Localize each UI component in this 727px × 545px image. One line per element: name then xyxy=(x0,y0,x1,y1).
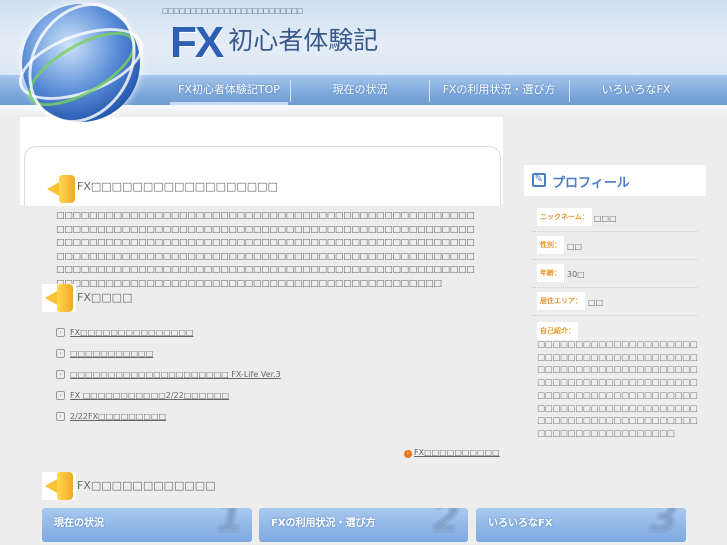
profile-value: 30□ xyxy=(567,270,585,279)
nav-divider xyxy=(290,80,291,102)
profile-label: 自己紹介： xyxy=(537,322,578,340)
globe-logo-icon xyxy=(7,0,157,143)
profile-label: 性別： xyxy=(537,236,564,254)
section-bullet-icon xyxy=(43,472,77,500)
profile-label: 年齢： xyxy=(537,264,564,282)
orange-arrow-icon: › xyxy=(404,450,412,458)
site-logo[interactable]: FX 初心者体験記 xyxy=(170,18,378,68)
arrow-right-icon: › xyxy=(56,391,65,400)
nav-top[interactable]: FX初心者体験記TOP xyxy=(170,75,288,105)
card-usage[interactable]: FXの利用状況・選び方 2 xyxy=(259,508,468,542)
article-link[interactable]: □□□□□□□□□□□ xyxy=(70,349,153,358)
nav-various-fx[interactable]: いろいろなFX xyxy=(570,75,702,105)
site-tagline: □□□□□□□□□□□□□□□□□□□□□□□□□ xyxy=(162,7,303,15)
arrow-right-icon: › xyxy=(56,349,65,358)
profile-value: □□ xyxy=(588,298,604,307)
divider xyxy=(532,259,698,260)
section-title: FX□□□□□□□□□□□□ xyxy=(77,479,216,492)
section-bullet-icon xyxy=(43,284,77,312)
logo-title: 初心者体験記 xyxy=(228,27,379,55)
section-title: FX□□□□□□□□□□□□□□□□□□ xyxy=(77,180,278,193)
logo-fx: FX xyxy=(170,18,224,67)
nav-usage[interactable]: FXの利用状況・選び方 xyxy=(430,75,568,105)
arrow-right-icon: › xyxy=(56,328,65,337)
divider xyxy=(532,287,698,288)
card-number: 3 xyxy=(650,508,678,541)
profile-header: ✎ プロフィール xyxy=(524,165,706,196)
article-link[interactable]: FX □□□□□□□□□□□2/22□□□□□□ xyxy=(70,391,229,400)
list-item[interactable]: › □□□□□□□□□□□□□□□□□□□□□ FX-Life Ver.3 xyxy=(56,370,281,379)
more-link[interactable]: › FX□□□□□□□□□□ xyxy=(404,448,500,458)
divider xyxy=(532,231,698,232)
divider xyxy=(532,315,698,316)
list-item[interactable]: › FX□□□□□□□□□□□□□□□ xyxy=(56,328,193,337)
more-link-text[interactable]: FX□□□□□□□□□□ xyxy=(414,448,500,457)
profile-intro: □□□□□□□□□□□□□□□□□□□□□□□□□□□□□□□□□□□□□□□□… xyxy=(537,340,698,439)
card-label: いろいろなFX xyxy=(488,518,553,529)
article-link[interactable]: 2/22FX□□□□□□□□□ xyxy=(70,412,166,421)
arrow-right-icon: › xyxy=(56,370,65,379)
card-various-fx[interactable]: いろいろなFX 3 xyxy=(476,508,686,542)
content-frame xyxy=(24,146,501,206)
section-title: FX□□□□ xyxy=(77,291,133,304)
profile-value: □□ xyxy=(567,242,583,251)
card-label: 現在の状況 xyxy=(54,518,104,529)
article-link[interactable]: □□□□□□□□□□□□□□□□□□□□□ FX-Life Ver.3 xyxy=(70,370,281,379)
card-label: FXの利用状況・選び方 xyxy=(271,518,376,529)
profile-title: プロフィール xyxy=(552,176,630,191)
card-current-status[interactable]: 現在の状況 1 xyxy=(42,508,252,542)
profile-value: □□□ xyxy=(594,214,617,223)
card-number: 1 xyxy=(216,508,244,541)
pencil-icon: ✎ xyxy=(532,173,546,187)
list-item[interactable]: › FX □□□□□□□□□□□2/22□□□□□□ xyxy=(56,391,229,400)
nav-current-status[interactable]: 現在の状況 xyxy=(292,75,428,105)
profile-label: ニックネーム： xyxy=(537,208,592,226)
profile-label: 居住エリア： xyxy=(537,292,585,310)
list-item[interactable]: › 2/22FX□□□□□□□□□ xyxy=(56,412,166,421)
card-number: 2 xyxy=(432,508,460,541)
article-link[interactable]: FX□□□□□□□□□□□□□□□ xyxy=(70,328,193,337)
section-bullet-icon xyxy=(45,175,79,203)
list-item[interactable]: › □□□□□□□□□□□ xyxy=(56,349,153,358)
section-body: □□□□□□□□□□□□□□□□□□□□□□□□□□□□□□□□□□□□□□□□… xyxy=(56,211,475,289)
arrow-right-icon: › xyxy=(56,412,65,421)
